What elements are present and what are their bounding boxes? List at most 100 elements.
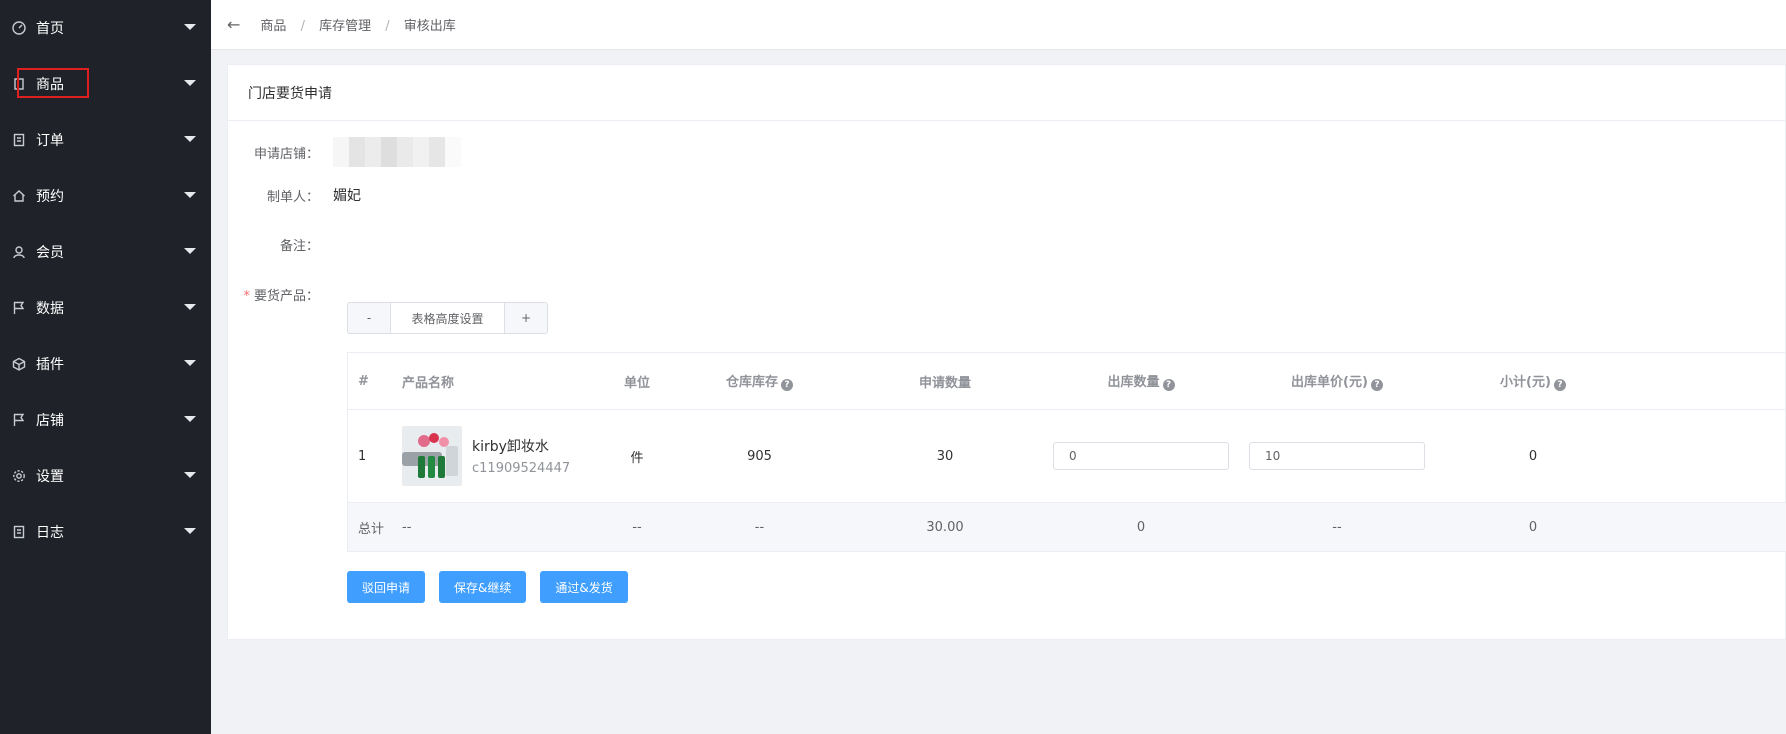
help-icon[interactable]: ? (1553, 379, 1566, 391)
unit-cell: 件 (630, 450, 644, 466)
sidebar-item-label: 数据 (36, 301, 64, 317)
col-header-out-qty: 出库数量? (1043, 371, 1239, 391)
sidebar-item-label: 订单 (36, 133, 64, 149)
col-header-out-qty-text: 出库数量 (1107, 375, 1160, 390)
table-height-control: - 表格高度设置 + (347, 302, 548, 334)
remark-label: 备注： (279, 239, 319, 254)
cube-icon (11, 356, 27, 372)
home-icon (11, 188, 27, 204)
sidebar: 首页 商品 订单 预约 会员 数据 插件 店铺 设置 日志 (0, 0, 211, 734)
caret-down-icon (184, 416, 196, 422)
breadcrumb-item-goods[interactable]: 商品 (260, 19, 286, 34)
col-header-stock: 仓库库存? (672, 371, 847, 391)
dashboard-icon (11, 20, 27, 36)
sidebar-item-logs[interactable]: 日志 (0, 504, 211, 560)
out-price-cell (1239, 442, 1435, 470)
sidebar-item-plugins[interactable]: 插件 (0, 336, 211, 392)
flag-icon (11, 412, 27, 428)
sidebar-item-label: 店铺 (36, 413, 64, 429)
product-thumbnail (402, 426, 462, 486)
gear-icon (11, 468, 27, 484)
stock-cell: 905 (747, 448, 772, 464)
flag-icon (11, 300, 27, 316)
help-icon[interactable]: ? (1162, 379, 1175, 391)
caret-down-icon (184, 136, 196, 142)
reject-request-button[interactable]: 驳回申请 (347, 571, 426, 603)
store-label: 申请店铺： (253, 146, 319, 162)
total-subtotal: 0 (1528, 519, 1538, 535)
col-header-subtotal: 小计(元)? (1435, 371, 1631, 391)
caret-down-icon (184, 248, 196, 254)
col-header-subtotal-text: 小计(元) (1500, 375, 1551, 390)
required-mark: * (243, 289, 250, 304)
decrease-height-button[interactable]: - (348, 303, 390, 333)
col-header-requested: 申请数量 (918, 375, 971, 391)
maker-value: 媚妃 (333, 188, 361, 204)
products-label-text: 要货产品： (253, 289, 319, 304)
log-icon (11, 524, 27, 540)
caret-down-icon (184, 192, 196, 198)
sidebar-item-label: 插件 (36, 357, 64, 373)
increase-height-button[interactable]: + (505, 303, 547, 333)
sidebar-item-label: 会员 (36, 245, 64, 261)
help-icon[interactable]: ? (1370, 379, 1383, 391)
total-requested: 30.00 (926, 519, 964, 535)
total-stock: -- (754, 519, 765, 535)
caret-down-icon (184, 472, 196, 478)
sidebar-item-home[interactable]: 首页 (0, 0, 211, 56)
breadcrumb-separator: / (385, 19, 390, 34)
product-name: kirby卸妆水 (472, 439, 549, 455)
caret-down-icon (184, 304, 196, 310)
breadcrumb-item-current: 审核出库 (403, 19, 456, 34)
subtotal-cell: 0 (1528, 448, 1538, 464)
sidebar-item-label: 预约 (36, 189, 64, 205)
col-header-out-price-text: 出库单价(元) (1291, 375, 1368, 390)
sidebar-item-settings[interactable]: 设置 (0, 448, 211, 504)
product-cell: kirby卸妆水 c11909524447 (402, 426, 602, 486)
maker-label: 制单人： (266, 189, 319, 205)
back-arrow-icon[interactable]: ← (227, 15, 240, 34)
approve-ship-button[interactable]: 通过&发货 (540, 571, 628, 603)
sidebar-item-orders[interactable]: 订单 (0, 112, 211, 168)
col-header-out-price: 出库单价(元)? (1239, 371, 1435, 391)
breadcrumb-item-inventory[interactable]: 库存管理 (319, 19, 371, 34)
user-icon (11, 244, 27, 260)
maker-row: 制单人： 媚妃 (228, 185, 361, 205)
col-header-name: 产品名称 (402, 375, 455, 391)
sidebar-item-data[interactable]: 数据 (0, 280, 211, 336)
sidebar-item-store[interactable]: 店铺 (0, 392, 211, 448)
products-row: * 要货产品： (228, 285, 333, 304)
sidebar-item-goods[interactable]: 商品 (0, 56, 211, 112)
caret-down-icon (184, 80, 196, 86)
help-icon[interactable]: ? (781, 379, 793, 391)
total-out-qty: 0 (1136, 519, 1146, 535)
remark-row: 备注： (228, 235, 333, 254)
out-price-input[interactable] (1249, 442, 1425, 470)
action-bar: 驳回申请 保存&继续 通过&发货 (347, 571, 642, 603)
row-index: 1 (358, 448, 367, 464)
products-table: # 产品名称 单位 仓库库存? 申请数量 出库数量? 出库单价(元)? 小计(元… (347, 352, 1786, 552)
out-qty-cell (1043, 442, 1239, 470)
products-label: * 要货产品： (228, 285, 333, 304)
total-unit: -- (632, 519, 642, 535)
table-height-setting-label: 表格高度设置 (390, 303, 505, 333)
blurred-store-name (333, 137, 461, 167)
requested-cell: 30 (936, 448, 954, 464)
save-continue-button[interactable]: 保存&继续 (439, 571, 527, 603)
breadcrumb-separator: / (300, 19, 305, 34)
out-qty-input[interactable] (1053, 442, 1229, 470)
sidebar-item-label: 设置 (36, 469, 64, 485)
highlight-box (17, 68, 89, 98)
breadcrumb: 商品 / 库存管理 / 审核出库 (260, 15, 455, 34)
total-label: 总计 (358, 521, 385, 537)
product-code: c11909524447 (472, 461, 571, 476)
table-total-row: 总计 -- -- -- 30.00 0 -- 0 (348, 503, 1786, 552)
table-row: 1 kirby卸妆水 c11909524447 件 905 30 0 10 0 (348, 410, 1786, 503)
col-header-index: # (358, 373, 369, 389)
col-header-stock-text: 仓库库存 (725, 375, 778, 390)
sidebar-item-booking[interactable]: 预约 (0, 168, 211, 224)
card-title: 门店要货申请 (228, 65, 1785, 121)
store-row: 申请店铺： (228, 137, 461, 167)
sidebar-item-members[interactable]: 会员 (0, 224, 211, 280)
caret-down-icon (184, 528, 196, 534)
